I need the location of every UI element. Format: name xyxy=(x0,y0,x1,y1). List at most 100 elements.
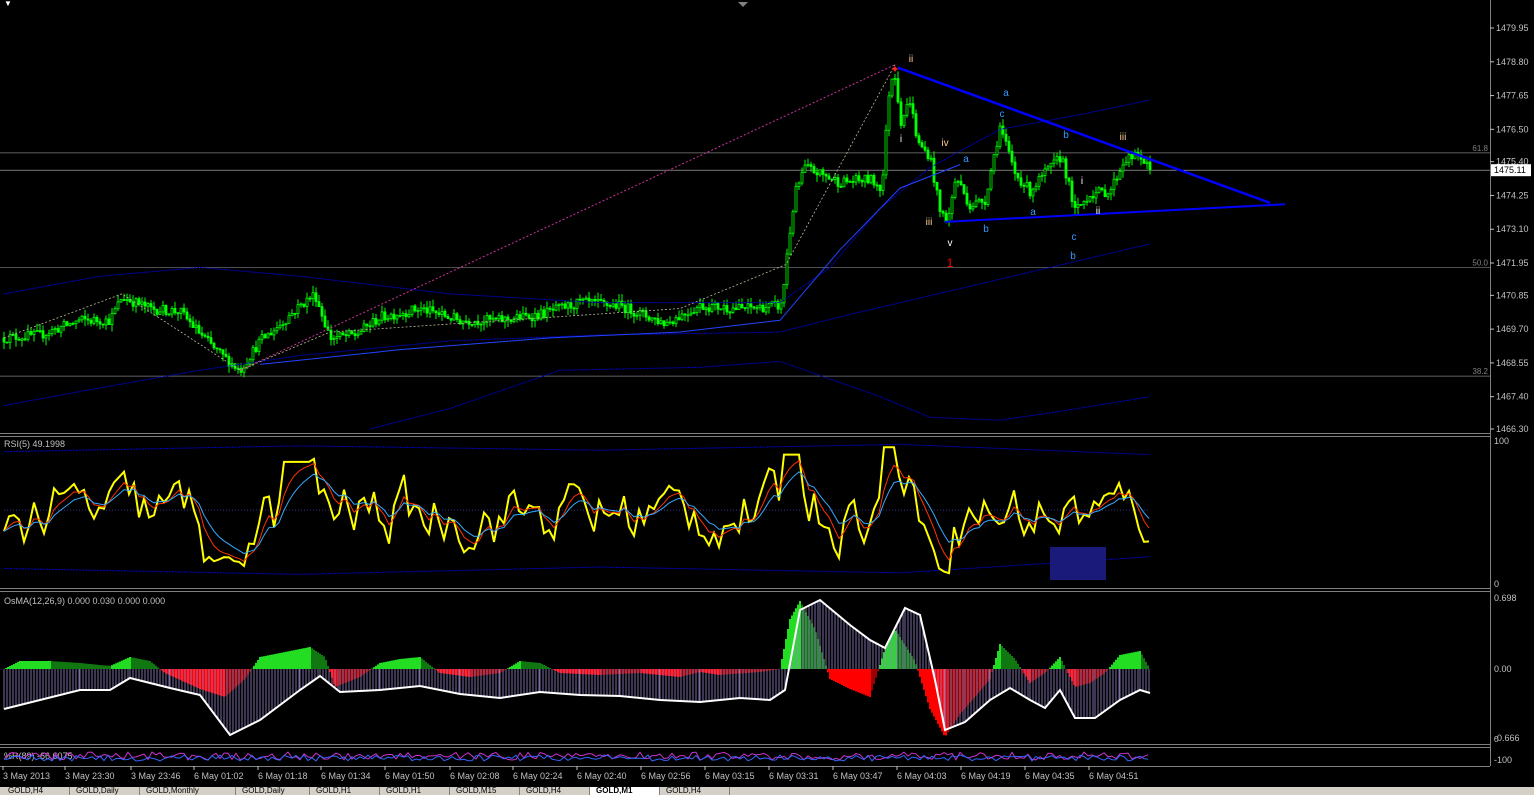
candle-body xyxy=(17,338,21,341)
chart-tab[interactable]: GOLD,Daily xyxy=(70,787,140,795)
candle-body xyxy=(209,337,213,344)
candle-body xyxy=(503,316,507,323)
candle-body xyxy=(1082,201,1086,206)
wpr-panel[interactable]: %R(89) -66.6075 xyxy=(3,751,1149,762)
candle-body xyxy=(374,318,378,325)
candle-body xyxy=(29,331,33,335)
candle-body xyxy=(113,308,117,314)
candle-body xyxy=(866,174,870,184)
chart-canvas[interactable]: 61.850.038.2✦iii iviiiv1aacbabcbiiiiii RS… xyxy=(0,0,1534,795)
candle-body xyxy=(599,298,603,301)
candle-body xyxy=(368,325,372,328)
candle-body xyxy=(542,309,546,318)
chart-tab[interactable]: GOLD,Daily xyxy=(236,787,310,795)
wave-label: c xyxy=(1072,232,1077,243)
candle-body xyxy=(1106,193,1110,198)
candle-body xyxy=(77,319,81,322)
candle-body xyxy=(872,174,876,186)
candle-body xyxy=(707,307,711,312)
candle-body xyxy=(1049,162,1053,168)
candle-body xyxy=(986,188,990,205)
candle-body xyxy=(746,303,750,309)
candle-body xyxy=(1013,161,1017,174)
candle-body xyxy=(1121,164,1125,172)
candle-body xyxy=(428,306,432,314)
candle-body xyxy=(362,323,366,332)
chart-tab[interactable]: GOLD,H1 xyxy=(310,787,380,795)
osma-panel[interactable]: OsMA(12,26,9) 0.000 0.030 0.000 0.000 xyxy=(3,596,1151,737)
candle-body xyxy=(275,327,279,332)
candle-body xyxy=(89,319,93,324)
candle-body xyxy=(98,321,102,325)
candle-body xyxy=(815,172,819,176)
time-axis-label: 3 May 2013 xyxy=(3,771,50,781)
candle-body xyxy=(152,306,156,310)
candle-body xyxy=(197,324,201,334)
candle-body xyxy=(1124,161,1128,166)
candle-body xyxy=(845,177,849,183)
candle-body xyxy=(119,299,123,303)
candle-body xyxy=(281,324,285,326)
candle-body xyxy=(62,321,66,327)
candle-body xyxy=(107,318,111,326)
rsi-min-label: 0 xyxy=(1494,579,1499,589)
candle-body xyxy=(248,359,252,365)
candle-body xyxy=(575,298,579,309)
chart-tab[interactable]: GOLD,H4 xyxy=(520,787,590,795)
price-axis-label: 1466.30 xyxy=(1496,424,1529,434)
chart-tab[interactable]: GOLD,H4 xyxy=(660,787,730,795)
chart-tab-bar: GOLD,H4 GOLD,Daily GOLD,Monthly GOLD,Daily G… xyxy=(0,787,1534,795)
wave-label: a xyxy=(963,154,969,165)
rsi-panel[interactable]: RSI(5) 49.1998 xyxy=(3,439,1151,580)
candle-body xyxy=(1130,153,1134,160)
candle-body xyxy=(317,301,321,307)
candle-body xyxy=(1073,201,1077,208)
candle-body xyxy=(32,330,36,335)
candle-body xyxy=(167,313,171,316)
candle-body xyxy=(521,312,525,320)
candle-body xyxy=(926,149,930,159)
chart-tab[interactable]: GOLD,M1 xyxy=(590,787,660,795)
chart-tab[interactable]: GOLD,M15 xyxy=(450,787,520,795)
lower-trendline xyxy=(944,203,1286,223)
wave-label: a xyxy=(1030,207,1036,218)
candle-body xyxy=(1061,158,1065,163)
time-axis-label: 6 May 01:18 xyxy=(258,771,308,781)
candle-body xyxy=(1025,182,1029,187)
candle-body xyxy=(920,142,924,148)
candle-body xyxy=(155,308,159,315)
candle-body xyxy=(662,320,666,327)
candle-body xyxy=(158,311,162,315)
candle-body xyxy=(1091,196,1095,199)
candle-body xyxy=(65,321,69,326)
chart-tab[interactable]: GOLD,H1 xyxy=(380,787,450,795)
candle-body xyxy=(464,320,468,323)
price-panel[interactable]: 61.850.038.2✦iii iviiiv1aacbabcbiiiiii xyxy=(0,54,1490,430)
chart-tab[interactable]: GOLD,H4 xyxy=(2,787,70,795)
candle-body xyxy=(1070,180,1074,202)
candle-body xyxy=(899,101,903,126)
shift-marker xyxy=(738,2,748,7)
wave-label: c xyxy=(1000,109,1005,120)
fib-level-label: 61.8 xyxy=(1472,144,1488,153)
candle-body xyxy=(809,164,813,167)
candle-body xyxy=(383,311,387,321)
candle-body xyxy=(578,298,582,301)
chart-tab[interactable]: GOLD,Monthly xyxy=(140,787,236,795)
rsi-highlight-box xyxy=(1050,547,1106,580)
candle-body xyxy=(86,318,90,321)
candle-body xyxy=(74,320,78,324)
candle-body xyxy=(452,313,456,321)
candle-body xyxy=(788,232,792,255)
candle-body xyxy=(53,328,57,330)
candle-body xyxy=(959,180,963,185)
fib-level-label: 50.0 xyxy=(1472,258,1488,267)
candle-body xyxy=(494,317,498,320)
axis-labels: 1479.951478.801477.651476.501475.401474.… xyxy=(2,2,1531,781)
candle-body xyxy=(359,331,363,335)
time-axis-label: 6 May 01:34 xyxy=(321,771,371,781)
candle-body xyxy=(944,212,948,223)
candle-body xyxy=(941,211,945,214)
candle-body xyxy=(566,302,570,309)
candle-body xyxy=(812,166,816,174)
